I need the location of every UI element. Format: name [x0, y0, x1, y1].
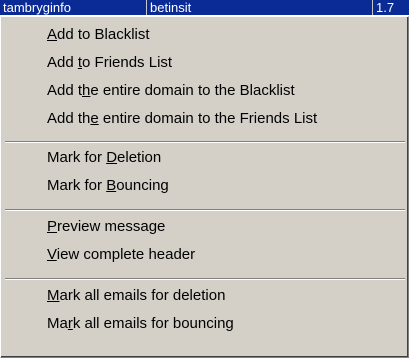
menu-item-mark-all-for-bouncing[interactable]: Mark all emails for bouncing [47, 312, 234, 336]
menu-item-label: View complete header [47, 246, 196, 263]
menu-item-label: Add the entire domain to the Friends Lis… [47, 110, 318, 127]
menu-item-label: Mark all emails for bouncing [47, 315, 234, 332]
screenshot: tambryginfo betinsit 1.7 Add to Blacklis… [0, 0, 409, 358]
menu-item-mark-for-deletion[interactable]: Mark for Deletion [47, 146, 161, 170]
row-cell-subject: betinsit [146, 0, 372, 15]
menu-item-label: Mark for Deletion [47, 149, 162, 166]
menu-item-view-complete-header[interactable]: View complete header [47, 243, 195, 267]
menu-item-label: Add to Blacklist [47, 26, 150, 43]
menu-item-label: Add to Friends List [47, 54, 173, 71]
row-cell-size: 1.7 [372, 0, 409, 15]
menu-item-preview-message[interactable]: Preview message [47, 215, 165, 239]
menu-item-label: Add the entire domain to the Blacklist [47, 82, 295, 99]
menu-separator [5, 209, 405, 211]
menu-item-add-domain-to-blacklist[interactable]: Add the entire domain to the Blacklist [47, 79, 295, 103]
menu-item-mark-for-bouncing[interactable]: Mark for Bouncing [47, 174, 169, 198]
context-menu: Add to Blacklist Add to Friends List Add… [0, 16, 409, 358]
menu-item-add-domain-to-friends-list[interactable]: Add the entire domain to the Friends Lis… [47, 107, 317, 131]
row-cell-sender: tambryginfo [3, 0, 71, 15]
menu-separator [5, 278, 405, 280]
menu-item-add-to-blacklist[interactable]: Add to Blacklist [47, 23, 150, 47]
menu-item-label: Mark for Bouncing [47, 177, 169, 194]
menu-item-mark-all-for-deletion[interactable]: Mark all emails for deletion [47, 284, 225, 308]
menu-item-add-to-friends-list[interactable]: Add to Friends List [47, 51, 172, 75]
menu-item-label: Preview message [47, 218, 166, 235]
menu-item-label: Mark all emails for deletion [47, 287, 226, 304]
menu-separator [5, 141, 405, 143]
message-list-selected-row[interactable]: tambryginfo betinsit 1.7 [0, 0, 409, 15]
